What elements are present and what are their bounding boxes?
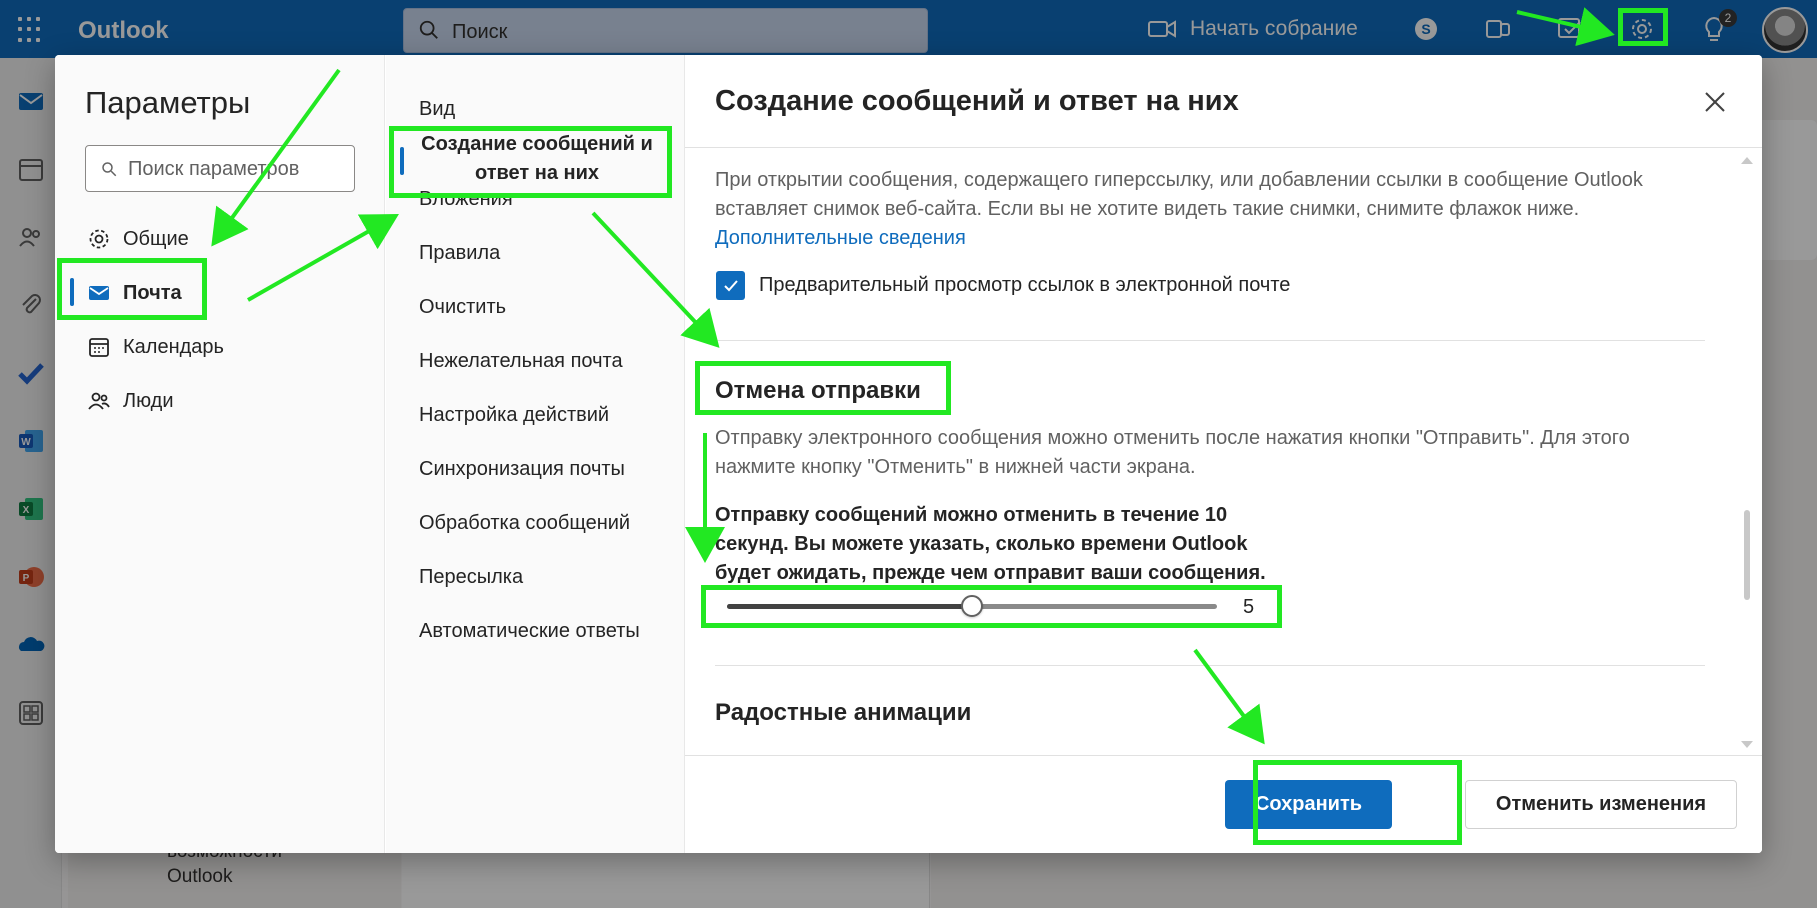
scroll-down-arrow[interactable] (1741, 741, 1753, 748)
category-label: Люди (123, 389, 174, 412)
subcategory-message-handling[interactable]: Обработка сообщений (419, 512, 630, 535)
category-people[interactable]: Люди (87, 384, 174, 418)
settings-dialog: Параметры Общие Почта Календарь Люди Вид… (55, 55, 1762, 853)
scrollbar-thumb[interactable] (1744, 510, 1750, 600)
category-calendar[interactable]: Календарь (87, 330, 224, 364)
highlight-slider (701, 585, 1282, 628)
link-preview-text: При открытии сообщения, содержащего гипе… (715, 169, 1643, 220)
highlight-undo-send-heading (695, 361, 951, 415)
highlight-compose-subcategory (389, 126, 672, 198)
search-icon (102, 162, 117, 177)
highlight-save-button (1253, 760, 1462, 845)
header-divider (685, 147, 1762, 148)
panel-title: Создание сообщений и ответ на них (715, 85, 1239, 117)
calendar-icon (89, 338, 109, 357)
category-general[interactable]: Общие (87, 222, 189, 256)
category-label: Календарь (123, 335, 224, 358)
section-divider (715, 340, 1705, 341)
subcategory-rules[interactable]: Правила (419, 242, 500, 265)
link-preview-checkbox-label: Предварительный просмотр ссылок в электр… (759, 274, 1291, 296)
scroll-up-arrow[interactable] (1741, 157, 1753, 164)
category-label: Общие (123, 227, 189, 250)
section-divider (715, 665, 1705, 666)
subcategory-junk[interactable]: Нежелательная почта (419, 350, 623, 373)
subcategory-layout[interactable]: Вид (419, 98, 455, 121)
close-icon[interactable] (1702, 89, 1728, 115)
discard-changes-button[interactable]: Отменить изменения (1465, 780, 1737, 829)
highlight-mail-category (57, 258, 207, 320)
more-info-link[interactable]: Дополнительные сведения (715, 227, 966, 249)
subcategory-actions[interactable]: Настройка действий (419, 404, 609, 427)
highlight-settings-gear (1618, 8, 1668, 46)
link-preview-option[interactable]: Предварительный просмотр ссылок в электр… (716, 271, 1290, 300)
undo-send-description: Отправку электронного сообщения можно от… (715, 427, 1630, 478)
settings-search[interactable] (85, 145, 355, 192)
subcategory-sweep[interactable]: Очистить (419, 296, 506, 319)
animations-heading: Радостные анимации (715, 699, 972, 726)
people-icon (88, 392, 110, 410)
checkmark-icon (723, 279, 738, 291)
link-preview-description: При открытии сообщения, содержащего гипе… (715, 166, 1705, 253)
settings-title: Параметры (85, 85, 251, 120)
subcategory-sync[interactable]: Синхронизация почты (419, 458, 625, 481)
subcategory-forwarding[interactable]: Пересылка (419, 566, 523, 589)
undo-send-bold-text: Отправку сообщений можно отменить в тече… (715, 504, 1266, 584)
gear-icon (89, 229, 109, 249)
subcategory-auto-replies[interactable]: Автоматические ответы (419, 620, 640, 643)
settings-search-input[interactable] (128, 156, 348, 182)
link-preview-checkbox[interactable] (716, 271, 745, 300)
settings-categories-pane: Параметры Общие Почта Календарь Люди (55, 55, 385, 853)
